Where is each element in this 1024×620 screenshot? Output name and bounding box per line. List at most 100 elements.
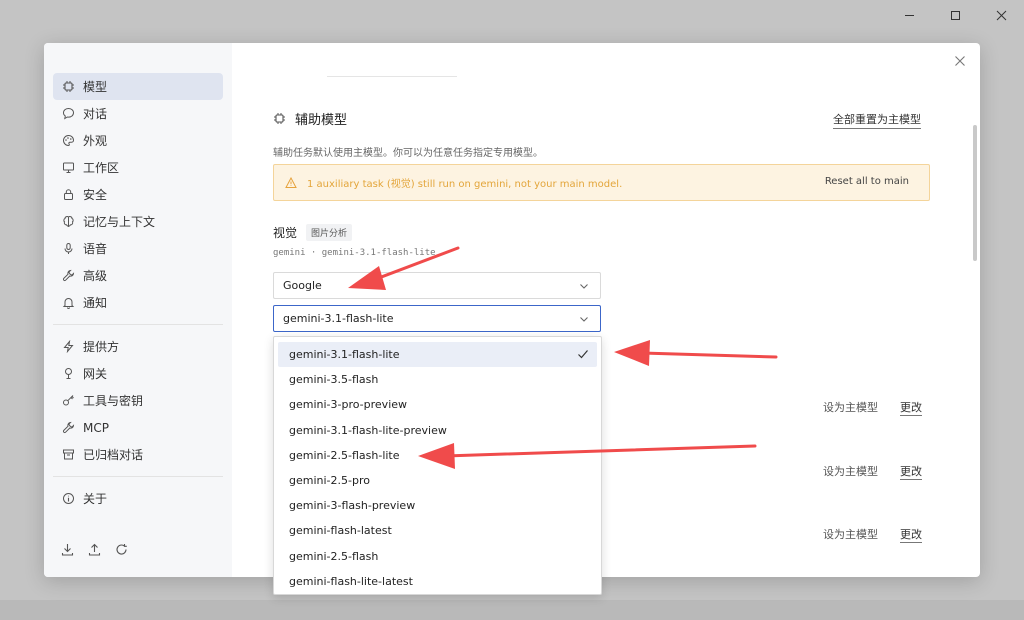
model-dropdown-list: gemini-3.1-flash-lite gemini-3.5-flash gem… (273, 336, 602, 595)
wrench-icon (62, 269, 75, 282)
set-as-main-button[interactable]: 设为主模型 (823, 463, 878, 480)
change-button[interactable]: 更改 (900, 399, 922, 416)
sidebar-item[interactable]: 对话 (53, 100, 223, 127)
background-statusbar (0, 600, 1024, 620)
maximize-button[interactable] (932, 0, 978, 30)
sidebar-item[interactable]: 语音 (53, 235, 223, 262)
model-option-label: gemini-flash-lite-latest (289, 574, 413, 588)
model-option-label: gemini-3-flash-preview (289, 499, 416, 513)
close-icon (996, 10, 1006, 20)
model-option[interactable]: gemini-3.1-flash-lite-preview (278, 418, 597, 443)
sidebar-item-label: 高级 (83, 269, 108, 283)
model-option[interactable]: gemini-flash-lite-latest (278, 569, 597, 594)
sidebar-item-label: 语音 (83, 242, 108, 256)
chevron-down-icon (579, 281, 589, 291)
sidebar-item[interactable]: 提供方 (53, 333, 223, 360)
model-option[interactable]: gemini-flash-latest (278, 518, 597, 543)
bell-icon (62, 296, 75, 309)
sidebar-item[interactable]: 工具与密钥 (53, 387, 223, 414)
chip-icon (62, 80, 75, 93)
task-row-actions: 设为主模型 更改 (823, 463, 922, 480)
vision-task-title: 视觉 图片分析 (273, 224, 353, 241)
reset-all-to-main-button[interactable]: Reset all to main (825, 176, 909, 187)
upload-icon[interactable] (88, 543, 101, 559)
sidebar-item-label: 记忆与上下文 (83, 215, 156, 229)
warning-icon (285, 176, 297, 189)
model-option-label: gemini-3.1-flash-lite (289, 348, 400, 362)
scrollbar[interactable] (973, 125, 977, 261)
sidebar-item[interactable]: 安全 (53, 181, 223, 208)
nav-divider (53, 324, 223, 325)
model-option[interactable]: gemini-2.5-flash-lite (278, 443, 597, 468)
minimize-button[interactable] (886, 0, 932, 30)
sidebar-item-label: 对话 (83, 107, 108, 121)
reset-all-link[interactable]: 全部重置为主模型 (833, 111, 921, 129)
change-button[interactable]: 更改 (900, 463, 922, 480)
change-button[interactable]: 更改 (900, 526, 922, 543)
model-option-label: gemini-flash-latest (289, 524, 392, 538)
model-option-label: gemini-3.1-flash-lite-preview (289, 423, 447, 437)
chevron-down-icon (579, 314, 589, 324)
section-description: 辅助任务默认使用主模型。你可以为任意任务指定专用模型。 (273, 148, 543, 159)
section-header: 辅助模型 (273, 109, 347, 128)
sidebar-item[interactable]: 通知 (53, 289, 223, 316)
bolt-icon (62, 340, 75, 353)
model-option-label: gemini-2.5-pro (289, 474, 370, 488)
vision-tag: 图片分析 (306, 224, 353, 241)
sidebar-item[interactable]: 高级 (53, 262, 223, 289)
sidebar-item-label: MCP (83, 420, 109, 435)
info-icon (62, 492, 75, 505)
model-option[interactable]: gemini-3-flash-preview (278, 493, 597, 518)
provider-select[interactable]: Google (273, 272, 601, 299)
model-select-value: gemini-3.1-flash-lite (283, 312, 394, 325)
warning-text: 1 auxiliary task (视觉) still run on gemin… (307, 179, 623, 190)
sidebar-item[interactable]: 记忆与上下文 (53, 208, 223, 235)
sidebar-item[interactable]: 工作区 (53, 154, 223, 181)
sidebar-item-label: 已归档对话 (83, 448, 144, 462)
palette-icon (62, 134, 75, 147)
sidebar-item-label: 安全 (83, 188, 108, 202)
gateway-icon (62, 367, 75, 380)
sidebar-item-label: 通知 (83, 296, 108, 310)
lock-icon (62, 188, 75, 201)
model-option[interactable]: gemini-3-pro-preview (278, 392, 597, 417)
archive-icon (62, 448, 75, 461)
settings-nav: 模型对话外观工作区安全记忆与上下文 语音高级通知 提供方网关工具与密钥 MCP 已归档… (53, 73, 223, 512)
sidebar-item[interactable]: 模型 (53, 73, 223, 100)
sidebar-item[interactable]: MCP (53, 414, 223, 441)
sidebar-item[interactable]: 已归档对话 (53, 441, 223, 468)
sidebar-item[interactable]: 外观 (53, 127, 223, 154)
key-icon (62, 394, 75, 407)
vision-title-text: 视觉 (273, 226, 298, 240)
brain-icon (62, 215, 75, 228)
model-option-label: gemini-2.5-flash (289, 549, 379, 563)
set-as-main-button[interactable]: 设为主模型 (823, 526, 878, 543)
settings-sidebar: 模型对话外观工作区安全记忆与上下文 语音高级通知 提供方网关工具与密钥 MCP 已归档… (44, 43, 232, 577)
sidebar-item-label: 模型 (83, 80, 108, 94)
cut-off-field (327, 69, 457, 77)
refresh-icon[interactable] (115, 543, 128, 559)
model-option-label: gemini-3.5-flash (289, 373, 379, 387)
model-option[interactable]: gemini-2.5-pro (278, 468, 597, 493)
nav-divider (53, 476, 223, 477)
close-window-button[interactable] (978, 0, 1024, 30)
minimize-icon (904, 14, 914, 16)
model-option[interactable]: gemini-3.5-flash (278, 367, 597, 392)
sidebar-item[interactable]: 关于 (53, 485, 223, 512)
task-row-actions: 设为主模型 更改 (823, 526, 922, 543)
provider-select-value: Google (283, 279, 322, 292)
microphone-icon (62, 242, 75, 255)
model-select[interactable]: gemini-3.1-flash-lite (273, 305, 601, 332)
sidebar-item[interactable]: 网关 (53, 360, 223, 387)
checkmark-icon (577, 348, 589, 360)
maximize-icon (950, 10, 960, 20)
wrench-icon (62, 421, 75, 434)
set-as-main-button[interactable]: 设为主模型 (823, 399, 878, 416)
sidebar-item-label: 外观 (83, 134, 108, 148)
model-option[interactable]: gemini-3.1-flash-lite (278, 342, 597, 368)
download-icon[interactable] (61, 543, 74, 559)
sidebar-item-label: 网关 (83, 367, 108, 381)
model-option-label: gemini-3-pro-preview (289, 398, 408, 412)
model-option[interactable]: gemini-2.5-flash (278, 544, 597, 569)
task-row-actions: 设为主模型 更改 (823, 399, 922, 416)
